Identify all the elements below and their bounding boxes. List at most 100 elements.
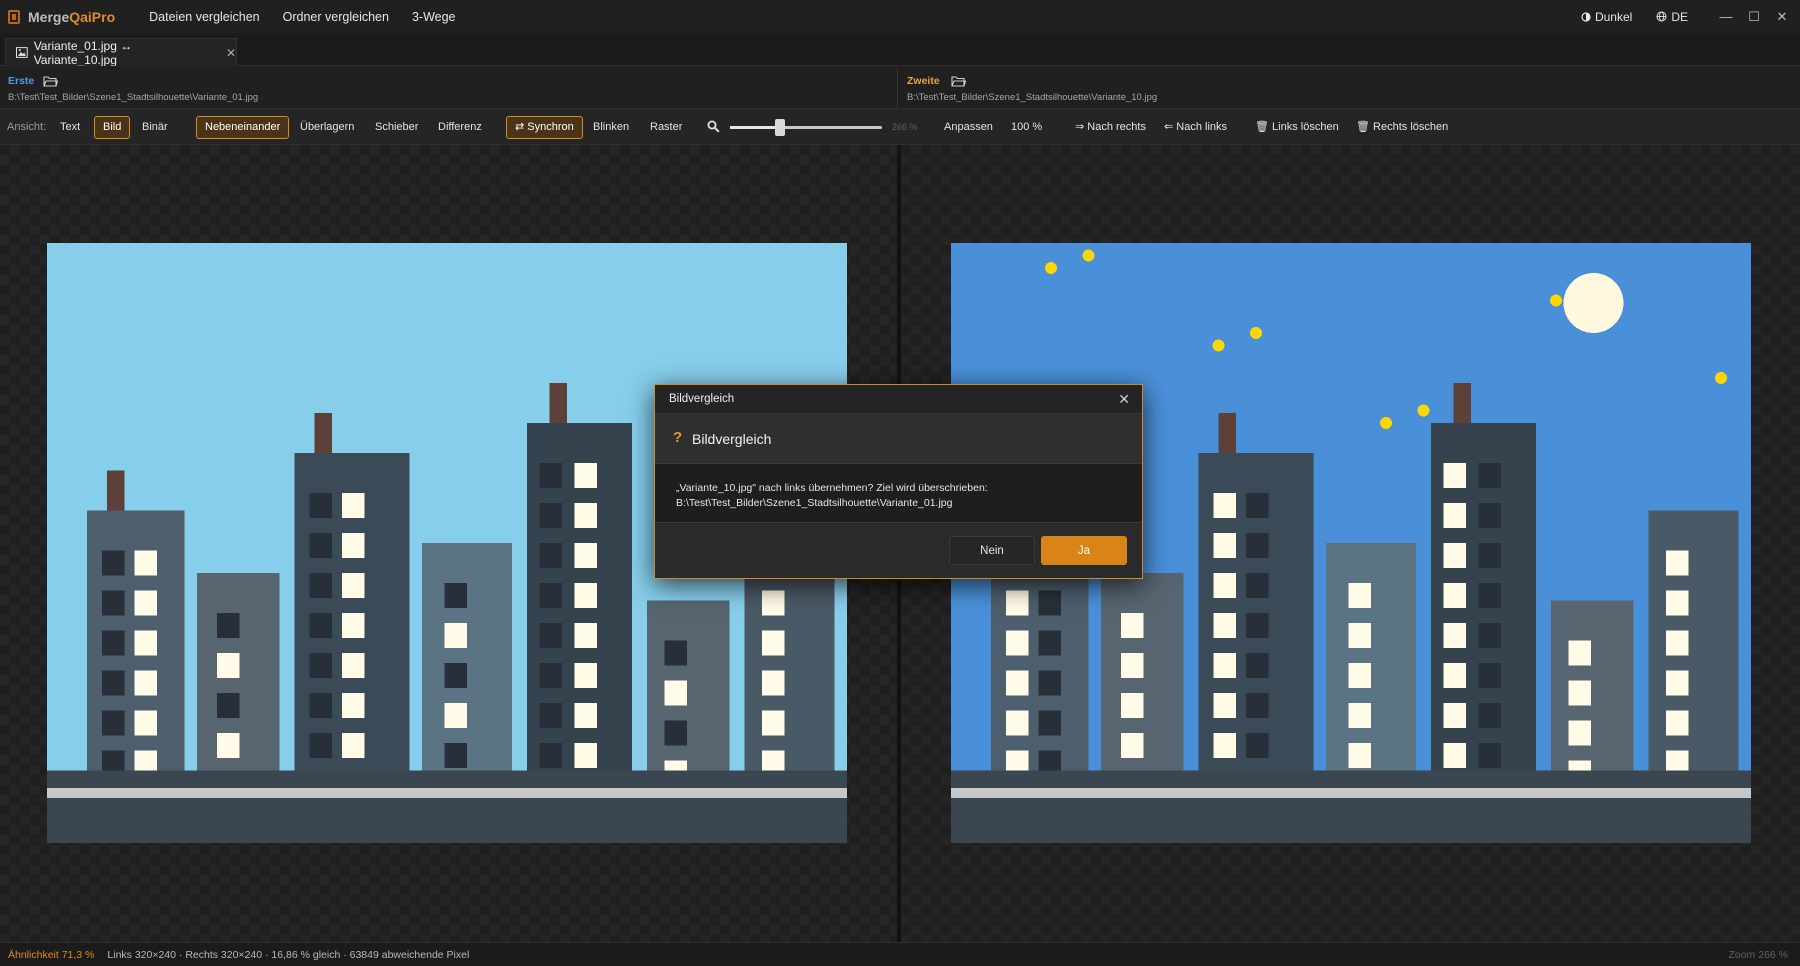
window <box>1478 743 1501 768</box>
window <box>342 693 365 718</box>
mode-difference-button[interactable]: Differenz <box>438 117 482 138</box>
window <box>1246 533 1269 558</box>
view-label: Ansicht: <box>7 121 47 133</box>
left-file-header: Erste B:\Test\Test_Bilder\Szene1_Stadtsi… <box>0 66 898 109</box>
mode-slider-button[interactable]: Schieber <box>375 117 418 138</box>
app-name-part1: Merge <box>28 8 70 25</box>
tab-close-icon[interactable]: ✕ <box>226 46 236 60</box>
window <box>1038 710 1061 736</box>
window <box>574 743 597 768</box>
minimize-icon: — <box>1719 9 1733 24</box>
window <box>309 493 332 518</box>
window <box>539 543 562 568</box>
dialog-titlebar: Bildvergleich ✕ <box>655 385 1142 414</box>
mode-side-by-side-button[interactable]: Nebeneinander <box>196 116 290 139</box>
view-image-button[interactable]: Bild <box>94 116 131 139</box>
window <box>762 670 785 696</box>
minimize-button[interactable]: — <box>1712 0 1740 33</box>
window <box>1478 503 1501 528</box>
window <box>1246 493 1269 518</box>
window <box>574 543 597 568</box>
building <box>647 600 730 771</box>
window <box>1121 613 1144 638</box>
no-button[interactable]: Nein <box>949 536 1035 565</box>
copy-left-button[interactable]: ⇐ Nach links <box>1164 117 1227 138</box>
chimney <box>1218 413 1236 453</box>
right-open-folder-icon[interactable] <box>951 75 966 87</box>
window <box>664 720 687 746</box>
window <box>134 550 157 576</box>
window <box>664 680 687 706</box>
mode-overlay-button[interactable]: Überlagern <box>300 117 354 138</box>
right-side-title: Zweite <box>907 75 940 87</box>
star <box>1045 262 1057 274</box>
zoom-100-button[interactable]: 100 % <box>1011 117 1042 138</box>
chimney <box>107 470 125 511</box>
window <box>444 743 467 768</box>
zoom-slider[interactable] <box>730 119 882 136</box>
window <box>1478 463 1501 488</box>
delete-left-button[interactable]: 🗑 Links löschen <box>1255 117 1339 138</box>
copy-right-button[interactable]: ⇒ Nach rechts <box>1075 117 1146 138</box>
star <box>1082 249 1095 262</box>
window <box>309 733 332 758</box>
star <box>1250 327 1262 339</box>
close-icon: ✕ <box>1776 8 1788 24</box>
window <box>342 493 365 518</box>
window <box>1666 630 1689 656</box>
window <box>309 693 332 718</box>
building <box>422 543 512 771</box>
window <box>342 533 365 558</box>
left-file-path: B:\Test\Test_Bilder\Szene1_Stadtsilhouet… <box>8 92 259 103</box>
window <box>1213 613 1236 638</box>
star <box>1380 417 1392 429</box>
title-bar: Merge QaiPro Dateien vergleichen Ordner v… <box>0 0 1800 33</box>
menu-three-way[interactable]: 3-Wege <box>412 10 456 24</box>
window <box>102 630 125 656</box>
delete-left-label: Links löschen <box>1272 121 1339 133</box>
window <box>1568 720 1591 746</box>
building <box>1326 543 1416 771</box>
yes-button[interactable]: Ja <box>1041 536 1127 565</box>
view-text-button[interactable]: Text <box>60 117 80 138</box>
window <box>762 710 785 736</box>
language-select[interactable]: DE <box>1656 10 1688 24</box>
delete-right-button[interactable]: 🗑 Rechts löschen <box>1356 117 1448 138</box>
window <box>1246 613 1269 638</box>
status-zoom: Zoom 266 % <box>1728 948 1788 961</box>
window <box>1246 653 1269 678</box>
window <box>664 640 687 666</box>
fit-button[interactable]: Anpassen <box>944 117 993 138</box>
menu-compare-folders[interactable]: Ordner vergleichen <box>283 10 389 24</box>
grid-button[interactable]: Raster <box>650 117 682 138</box>
window <box>1213 733 1236 758</box>
window <box>1213 533 1236 558</box>
view-binary-button[interactable]: Binär <box>142 117 168 138</box>
dialog-close-icon[interactable]: ✕ <box>1118 391 1130 408</box>
blink-button[interactable]: Blinken <box>593 117 629 138</box>
menu-compare-files[interactable]: Dateien vergleichen <box>149 10 260 24</box>
theme-toggle[interactable]: Dunkel <box>1581 10 1632 24</box>
maximize-button[interactable]: ☐ <box>1740 0 1768 33</box>
window <box>1121 693 1144 718</box>
window <box>539 503 562 528</box>
language-label: DE <box>1671 9 1688 24</box>
window <box>1478 623 1501 648</box>
window <box>444 623 467 648</box>
close-window-button[interactable]: ✕ <box>1768 0 1796 33</box>
right-file-header: Zweite B:\Test\Test_Bilder\Szene1_Stadts… <box>899 66 1800 109</box>
window <box>134 710 157 736</box>
tab-comparison[interactable]: Variante_01.jpg ↔ Variante_10.jpg ✕ <box>5 38 237 67</box>
sync-button[interactable]: ⇄ Synchron <box>506 116 583 139</box>
theme-label: Dunkel <box>1594 9 1633 24</box>
window <box>1213 573 1236 598</box>
window <box>762 630 785 656</box>
window <box>1121 653 1144 678</box>
left-open-folder-icon[interactable] <box>43 75 58 87</box>
window <box>1006 590 1029 616</box>
window <box>342 733 365 758</box>
left-side-title: Erste <box>8 75 35 87</box>
window <box>539 623 562 648</box>
app-logo: Merge QaiPro <box>8 9 115 25</box>
zoom-slider-handle[interactable] <box>775 119 786 136</box>
